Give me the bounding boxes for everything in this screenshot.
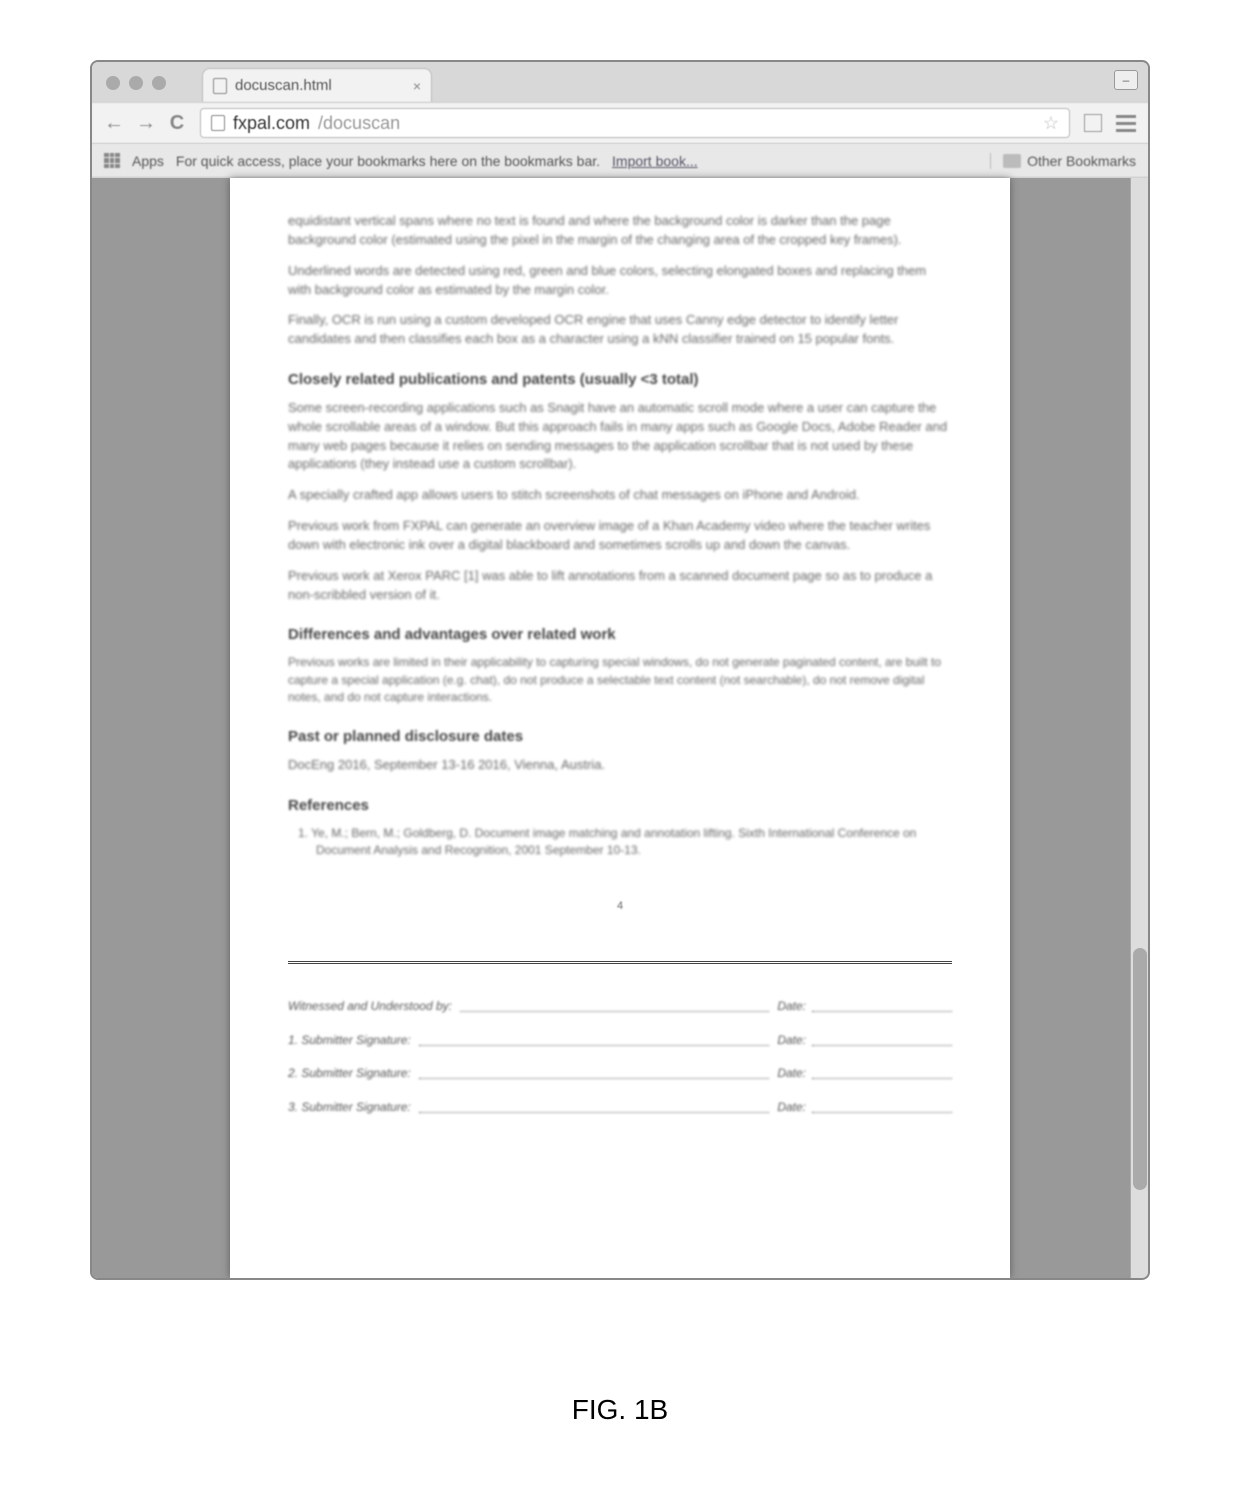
date-line xyxy=(812,1065,952,1079)
address-bar[interactable]: fxpal.com/docuscan ☆ xyxy=(200,108,1070,138)
date-label: Date: xyxy=(777,1032,806,1049)
signature-line xyxy=(419,1099,770,1113)
menu-icon[interactable] xyxy=(1116,115,1136,132)
import-bookmarks-link[interactable]: Import book... xyxy=(612,153,698,169)
date-label: Date: xyxy=(777,998,806,1015)
browser-window: docuscan.html × – ← → C fxpal.com/docusc… xyxy=(90,60,1150,1280)
url-domain: fxpal.com xyxy=(233,113,310,134)
date-label: Date: xyxy=(777,1099,806,1116)
forward-button[interactable]: → xyxy=(136,112,154,135)
maximize-window-icon[interactable] xyxy=(152,76,166,90)
date-label: Date: xyxy=(777,1065,806,1082)
minimize-window-icon[interactable] xyxy=(129,76,143,90)
submitter-label: 3. Submitter Signature: xyxy=(288,1099,411,1116)
witness-label: Witnessed and Understood by: xyxy=(288,998,452,1015)
title-bar: docuscan.html × – xyxy=(92,62,1148,102)
document-page: equidistant vertical spans where no text… xyxy=(230,178,1010,1278)
scrollbar-thumb[interactable] xyxy=(1133,948,1147,1190)
paragraph: DocEng 2016, September 13-16 2016, Vienn… xyxy=(288,756,952,775)
other-bookmarks-label: Other Bookmarks xyxy=(1027,153,1136,169)
paragraph: equidistant vertical spans where no text… xyxy=(288,212,952,250)
vertical-scrollbar[interactable] xyxy=(1130,178,1148,1278)
bookmarks-hint: For quick access, place your bookmarks h… xyxy=(176,153,600,169)
section-heading: Differences and advantages over related … xyxy=(288,624,952,646)
section-heading: References xyxy=(288,795,952,817)
submitter-label: 2. Submitter Signature: xyxy=(288,1065,411,1082)
submitter-label: 1. Submitter Signature: xyxy=(288,1032,411,1049)
page-number: 4 xyxy=(288,899,952,915)
date-line xyxy=(812,998,952,1012)
other-bookmarks[interactable]: Other Bookmarks xyxy=(990,153,1136,169)
reference-item: 1. Ye, M.; Bern, M.; Goldberg, D. Docume… xyxy=(288,825,952,860)
paragraph: Some screen-recording applications such … xyxy=(288,399,952,474)
signature-line xyxy=(460,998,769,1012)
window-controls[interactable] xyxy=(106,76,166,90)
signature-row: 2. Submitter Signature: Date: xyxy=(288,1065,952,1082)
signature-row: 1. Submitter Signature: Date: xyxy=(288,1032,952,1049)
paragraph: A specially crafted app allows users to … xyxy=(288,486,952,505)
signature-line xyxy=(419,1032,770,1046)
signature-row: 3. Submitter Signature: Date: xyxy=(288,1099,952,1116)
page-viewport: equidistant vertical spans where no text… xyxy=(92,178,1148,1278)
section-heading: Past or planned disclosure dates xyxy=(288,726,952,748)
signature-block: Witnessed and Understood by: Date: 1. Su… xyxy=(288,961,952,1116)
apps-label[interactable]: Apps xyxy=(132,153,164,169)
profile-icon[interactable] xyxy=(1084,114,1102,132)
back-button[interactable]: ← xyxy=(104,112,122,135)
date-line xyxy=(812,1099,952,1113)
signature-row: Witnessed and Understood by: Date: xyxy=(288,998,952,1015)
tab-title: docuscan.html xyxy=(235,77,332,94)
close-window-icon[interactable] xyxy=(106,76,120,90)
paragraph: Previous work from FXPAL can generate an… xyxy=(288,517,952,555)
url-path: /docuscan xyxy=(318,113,400,134)
figure-label: FIG. 1B xyxy=(0,1394,1240,1426)
nav-toolbar: ← → C fxpal.com/docuscan ☆ xyxy=(92,102,1148,144)
bookmarks-bar: Apps For quick access, place your bookma… xyxy=(92,144,1148,178)
site-icon xyxy=(211,115,225,131)
folder-icon xyxy=(1003,154,1021,168)
bookmark-star-icon[interactable]: ☆ xyxy=(1043,113,1059,134)
apps-icon[interactable] xyxy=(104,153,120,169)
close-tab-icon[interactable]: × xyxy=(413,78,421,94)
paragraph: Underlined words are detected using red,… xyxy=(288,262,952,300)
file-icon xyxy=(213,78,227,94)
section-heading: Closely related publications and patents… xyxy=(288,369,952,391)
paragraph: Finally, OCR is run using a custom devel… xyxy=(288,311,952,349)
signature-line xyxy=(419,1065,770,1079)
paragraph: Previous work at Xerox PARC [1] was able… xyxy=(288,567,952,605)
date-line xyxy=(812,1032,952,1046)
minimize-button[interactable]: – xyxy=(1114,70,1138,90)
paragraph: Previous works are limited in their appl… xyxy=(288,654,952,706)
browser-tab[interactable]: docuscan.html × xyxy=(202,68,432,102)
reload-button[interactable]: C xyxy=(168,112,186,135)
